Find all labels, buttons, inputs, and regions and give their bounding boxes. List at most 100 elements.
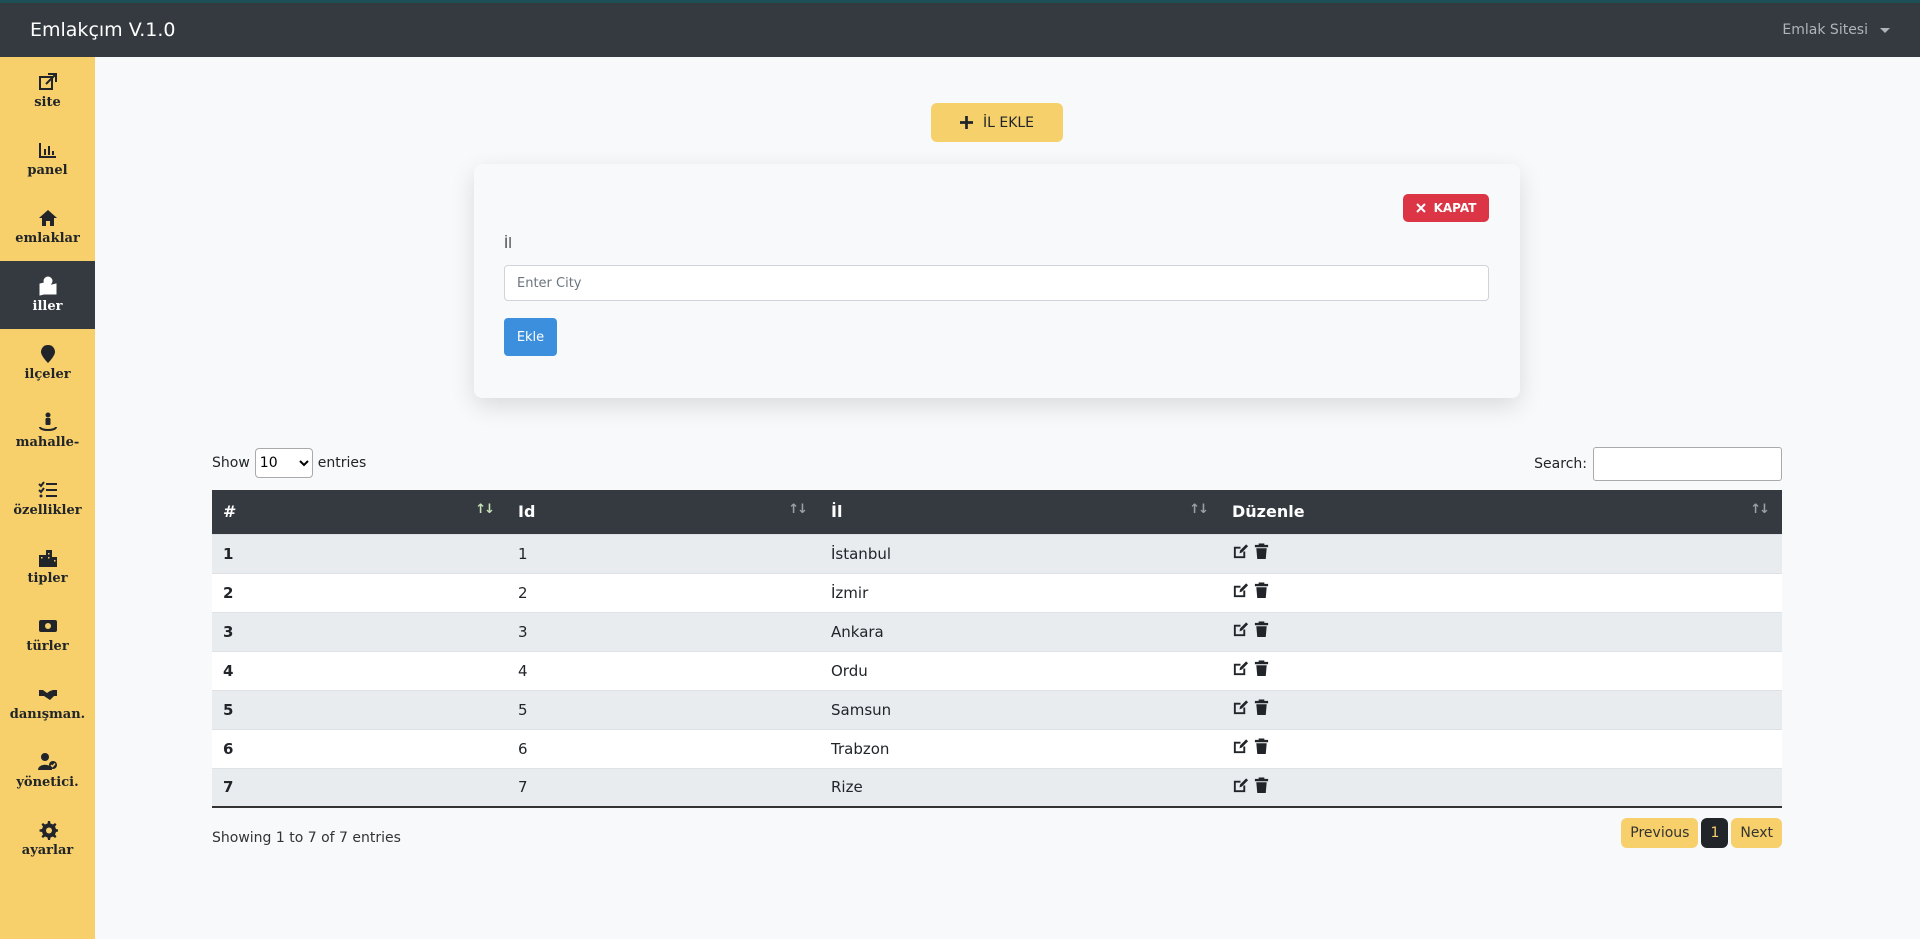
edit-icon[interactable] (1232, 738, 1249, 755)
trash-icon[interactable] (1253, 738, 1270, 755)
cell-number: 2 (212, 572, 507, 612)
sidebar-item-label: türler (26, 639, 69, 654)
sidebar-item-emlaklar[interactable]: emlaklar (0, 193, 95, 261)
table-row: 5 5 Samsun (212, 689, 1782, 729)
close-icon (1415, 203, 1426, 213)
sidebar-item-label: ayarlar (21, 843, 74, 858)
site-menu-dropdown[interactable]: Emlak Sitesi (1782, 22, 1890, 38)
table-row: 7 7 Rize (212, 767, 1782, 808)
sidebar-item-ozellikler[interactable]: özellikler (0, 465, 95, 533)
cell-id: 4 (507, 650, 820, 690)
map-pin-icon (40, 345, 55, 363)
sort-icon: ↑↓ (1189, 502, 1209, 517)
add-city-button[interactable]: İL EKLE (931, 103, 1063, 142)
caret-down-icon (1880, 27, 1890, 33)
row-actions (1232, 543, 1270, 560)
sidebar-item-mahalle[interactable]: mahalle- (0, 397, 95, 465)
previous-page-button[interactable]: Previous (1621, 818, 1699, 848)
next-page-button[interactable]: Next (1731, 818, 1782, 848)
show-label: Show (212, 455, 250, 471)
cell-il: Samsun (820, 689, 1221, 729)
cell-actions (1221, 767, 1782, 808)
table-row: 2 2 İzmir (212, 572, 1782, 612)
table-row: 4 4 Ordu (212, 650, 1782, 690)
pagination: Previous 1 Next (1621, 818, 1782, 848)
entries-label: entries (317, 455, 367, 471)
add-city-form-card: KAPAT İl Ekle (474, 164, 1520, 398)
column-header-il[interactable]: İl ↑↓ (820, 490, 1221, 534)
sidebar-item-label: mahalle- (15, 435, 80, 450)
street-view-icon (38, 412, 57, 431)
trash-icon[interactable] (1253, 777, 1270, 794)
handshake-icon (38, 690, 57, 700)
sidebar-item-label: emlaklar (15, 231, 80, 246)
page-button-current[interactable]: 1 (1701, 818, 1729, 848)
cell-il: Trabzon (820, 728, 1221, 768)
sidebar-item-label: danışman. (9, 707, 86, 722)
edit-icon[interactable] (1232, 777, 1249, 794)
table-info: Showing 1 to 7 of 7 entries (212, 830, 401, 846)
sort-icon: ↑↓ (475, 502, 495, 517)
header-label: Düzenle (1232, 502, 1305, 522)
list-check-icon (37, 481, 57, 498)
cell-number: 6 (212, 728, 507, 768)
entries-select[interactable]: 10 (254, 448, 313, 478)
cell-number: 1 (212, 533, 507, 573)
sort-icon: ↑↓ (788, 502, 808, 517)
edit-icon[interactable] (1232, 582, 1249, 599)
trash-icon[interactable] (1253, 582, 1270, 599)
edit-icon[interactable] (1232, 621, 1249, 638)
trash-icon[interactable] (1253, 699, 1270, 716)
sidebar-item-tipler[interactable]: tipler (0, 533, 95, 601)
edit-icon[interactable] (1232, 699, 1249, 716)
row-actions (1232, 582, 1270, 599)
cell-actions (1221, 533, 1782, 573)
sidebar-item-site[interactable]: site (0, 57, 95, 125)
bar-chart-icon (38, 143, 56, 158)
sidebar-item-label: özellikler (13, 503, 82, 518)
brand-title[interactable]: Emlakçım V.1.0 (30, 19, 176, 41)
close-label: KAPAT (1433, 201, 1477, 215)
cell-id: 3 (507, 611, 820, 651)
trash-icon[interactable] (1253, 621, 1270, 638)
sidebar-item-iller[interactable]: iller (0, 261, 95, 329)
cities-table: # ↑↓ Id ↑↓ İl ↑↓ Düzenle ↑↓ 1 1 İstanbul 2 2 İzmi… (212, 490, 1782, 808)
header-label: Id (518, 502, 536, 522)
sidebar-item-label: tipler (27, 571, 68, 586)
sidebar-item-panel[interactable]: panel (0, 125, 95, 193)
trash-icon[interactable] (1253, 660, 1270, 677)
close-button[interactable]: KAPAT (1403, 194, 1489, 222)
column-header-number[interactable]: # ↑↓ (212, 490, 507, 534)
row-actions (1232, 660, 1270, 677)
table-search: Search: (1534, 447, 1782, 481)
header-label: İl (831, 502, 843, 522)
table-header-row: # ↑↓ Id ↑↓ İl ↑↓ Düzenle ↑↓ (212, 490, 1782, 534)
cell-il: Rize (820, 767, 1221, 808)
cell-il: İzmir (820, 572, 1221, 612)
map-marked-icon (39, 276, 56, 296)
cell-id: 1 (507, 533, 820, 573)
row-actions (1232, 621, 1270, 638)
sidebar-item-danisman[interactable]: danışman. (0, 669, 95, 737)
cell-il: Ordu (820, 650, 1221, 690)
trash-icon[interactable] (1253, 543, 1270, 560)
column-header-id[interactable]: Id ↑↓ (507, 490, 820, 534)
sidebar-item-ilceler[interactable]: ilçeler (0, 329, 95, 397)
sidebar-item-turler[interactable]: türler (0, 601, 95, 669)
sidebar-item-label: yönetici. (16, 775, 79, 790)
sort-icon: ↑↓ (1750, 502, 1770, 517)
search-label: Search: (1534, 456, 1587, 472)
cell-actions (1221, 572, 1782, 612)
edit-icon[interactable] (1232, 543, 1249, 560)
row-actions (1232, 699, 1270, 716)
city-icon (38, 550, 57, 567)
search-input[interactable] (1593, 447, 1782, 481)
sidebar-item-yonetici[interactable]: yönetici. (0, 737, 95, 805)
add-submit-button[interactable]: Ekle (504, 318, 557, 356)
table-row: 3 3 Ankara (212, 611, 1782, 651)
column-header-duzenle[interactable]: Düzenle ↑↓ (1221, 490, 1782, 534)
edit-icon[interactable] (1232, 660, 1249, 677)
external-link-icon (38, 73, 57, 90)
sidebar-item-ayarlar[interactable]: ayarlar (0, 805, 95, 873)
city-input[interactable] (504, 265, 1489, 301)
